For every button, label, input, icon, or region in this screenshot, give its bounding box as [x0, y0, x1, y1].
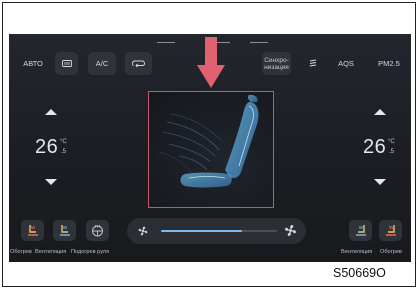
- figure-caption: S50669O: [333, 266, 386, 280]
- sync-label: Синхро- низация: [264, 56, 289, 71]
- climate-screen: АВТО A/C Синхро- низация AQS PM2.5 26 °C…: [9, 34, 411, 262]
- steering-wheel-heating-icon: [92, 224, 103, 237]
- recirculation-icon: [131, 60, 145, 68]
- airflow-lines-icon: [309, 59, 317, 67]
- aqs-button[interactable]: AQS: [333, 52, 359, 75]
- pm25-button[interactable]: PM2.5: [375, 52, 403, 75]
- ac-label: A/C: [95, 59, 109, 68]
- seat-heating-icon: [385, 225, 396, 236]
- fan-speed-bar[interactable]: [127, 218, 306, 244]
- right-seat-heating-button[interactable]: [379, 220, 402, 241]
- label-wheel-heating: Подогрев руля: [71, 249, 110, 255]
- auto-button[interactable]: АВТО: [20, 52, 46, 75]
- seat-ventilation-icon: [355, 225, 366, 236]
- seat-airflow-icon: [158, 94, 259, 188]
- right-temp-unit: °C: [388, 139, 395, 145]
- fan-track: [161, 230, 277, 232]
- rear-defrost-button[interactable]: [55, 52, 78, 75]
- auto-label: АВТО: [23, 59, 43, 68]
- sync-button[interactable]: Синхро- низация: [262, 52, 291, 75]
- label-ventilation-left: Вентиляция: [35, 249, 67, 255]
- left-seat-heating-button[interactable]: [21, 220, 44, 241]
- label-ventilation-right: Вентиляция: [341, 249, 373, 255]
- top-tick-right: [250, 42, 268, 43]
- seat-heating-icon: [27, 225, 38, 236]
- label-heating-left: Обогрев: [10, 249, 32, 255]
- right-temp-up-icon[interactable]: [373, 108, 387, 116]
- top-tick-left: [157, 42, 175, 43]
- right-temp-down-icon[interactable]: [373, 178, 387, 186]
- left-temp-decimal: .5: [61, 149, 67, 155]
- left-temp-unit: °C: [60, 139, 67, 145]
- seat-ventilation-icon: [59, 225, 70, 236]
- ac-button[interactable]: A/C: [88, 52, 116, 75]
- left-temp-down-icon[interactable]: [44, 178, 58, 186]
- fan-low-icon[interactable]: [137, 225, 149, 237]
- right-temp-decimal: .5: [389, 149, 395, 155]
- left-seat-ventilation-button[interactable]: [53, 220, 76, 241]
- fan-level-fill: [161, 230, 243, 232]
- recirculation-button[interactable]: [125, 52, 152, 75]
- steering-wheel-heating-button[interactable]: [86, 220, 109, 241]
- airflow-mode-button[interactable]: [304, 52, 322, 75]
- left-temp-up-icon[interactable]: [44, 108, 58, 116]
- pointer-arrow-icon: [197, 37, 225, 88]
- right-temperature: 26: [363, 136, 387, 158]
- label-heating-right: Обогрев: [380, 249, 402, 255]
- left-temperature: 26: [35, 136, 59, 158]
- aqs-label: AQS: [338, 59, 354, 68]
- fan-high-icon[interactable]: [283, 223, 298, 238]
- rear-defrost-icon: [61, 59, 72, 67]
- pm25-label: PM2.5: [378, 59, 400, 68]
- seat-airflow-view[interactable]: [148, 91, 274, 208]
- right-seat-ventilation-button[interactable]: [349, 220, 372, 241]
